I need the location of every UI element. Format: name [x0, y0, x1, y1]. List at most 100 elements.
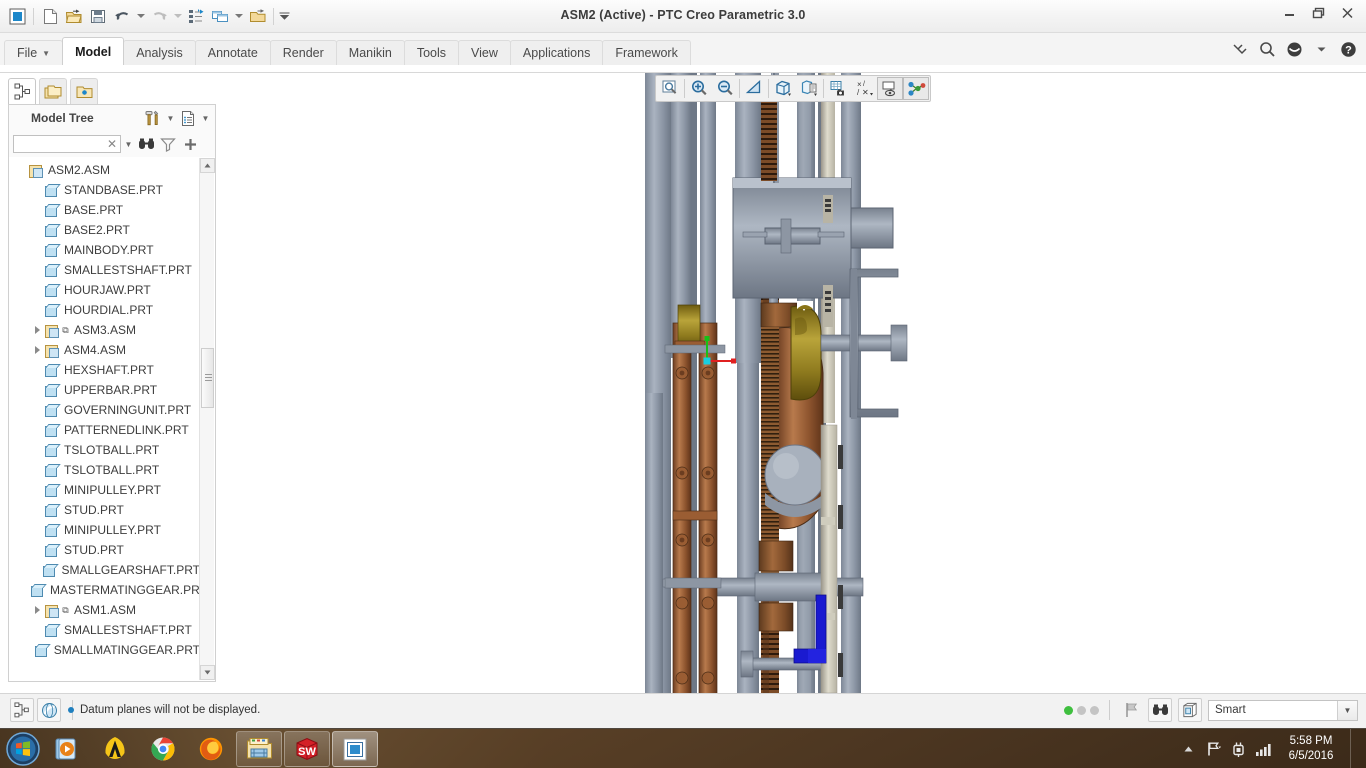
tree-item[interactable]: HEXSHAFT.PRT: [10, 360, 200, 380]
tab-render[interactable]: Render: [269, 40, 337, 65]
expand-arrow-icon[interactable]: [30, 346, 44, 354]
tree-item[interactable]: SMALLESTSHAFT.PRT: [10, 620, 200, 640]
selection-filter-select[interactable]: Smart ▼: [1208, 699, 1358, 721]
clear-search-icon[interactable]: ✕: [107, 137, 117, 151]
tree-item[interactable]: ⧉ ASM3.ASM: [10, 320, 200, 340]
model-tree-tab[interactable]: [8, 78, 36, 104]
search-history-dropdown-icon[interactable]: ▼: [123, 134, 134, 154]
tree-item[interactable]: BASE2.PRT: [10, 220, 200, 240]
tree-item[interactable]: ⧉ ASM1.ASM: [10, 600, 200, 620]
tab-analysis[interactable]: Analysis: [123, 40, 196, 65]
zoom-in-icon[interactable]: [686, 77, 712, 100]
tree-item[interactable]: BASE.PRT: [10, 200, 200, 220]
expand-arrow-icon[interactable]: [30, 606, 44, 614]
account-icon[interactable]: [1284, 39, 1304, 59]
tab-annotate[interactable]: Annotate: [194, 40, 271, 65]
repaint-icon[interactable]: [741, 77, 767, 100]
help-icon[interactable]: ?: [1338, 39, 1358, 59]
view-manager-icon[interactable]: [825, 77, 851, 100]
show-hidden-icons-icon[interactable]: [1180, 739, 1197, 759]
settings-tools-icon[interactable]: [143, 108, 163, 128]
tree-item[interactable]: STANDBASE.PRT: [10, 180, 200, 200]
tab-view[interactable]: View: [458, 40, 511, 65]
tab-tools[interactable]: Tools: [403, 40, 460, 65]
tree-item[interactable]: TSLOTBALL.PRT: [10, 460, 200, 480]
tree-item[interactable]: STUD.PRT: [10, 500, 200, 520]
avast-icon[interactable]: [92, 731, 138, 767]
taskbar-clock[interactable]: 5:58 PM 6/5/2016: [1280, 734, 1342, 764]
tree-item[interactable]: STUD.PRT: [10, 540, 200, 560]
refit-icon[interactable]: [657, 77, 683, 100]
tree-item[interactable]: SMALLESTSHAFT.PRT: [10, 260, 200, 280]
tree-item[interactable]: UPPERBAR.PRT: [10, 380, 200, 400]
display-style-icon[interactable]: [770, 77, 796, 100]
action-center-flag-icon[interactable]: [1205, 739, 1222, 759]
model-tree-list[interactable]: ASM2.ASM STANDBASE.PRT BASE.PRT BASE2.PRT MA…: [10, 158, 200, 680]
tree-item[interactable]: MINIPULLEY.PRT: [10, 480, 200, 500]
tree-item[interactable]: HOURDIAL.PRT: [10, 300, 200, 320]
model-tree-toggle-icon[interactable]: [10, 698, 34, 722]
tree-item[interactable]: MASTERMATINGGEAR.PRT: [10, 580, 200, 600]
chevron-down-icon[interactable]: ▼: [1337, 700, 1357, 720]
model-3d-view[interactable]: [645, 73, 1366, 693]
search-icon[interactable]: [1257, 39, 1277, 59]
find-icon[interactable]: [136, 134, 156, 154]
show-desktop-button[interactable]: [1350, 729, 1360, 768]
selection-filter-icon[interactable]: [1178, 698, 1202, 722]
firefox-icon[interactable]: [188, 731, 234, 767]
tree-item[interactable]: ASM4.ASM: [10, 340, 200, 360]
regeneration-status-icon[interactable]: [1064, 705, 1099, 715]
settings-dropdown-icon[interactable]: ▼: [165, 108, 176, 128]
restore-icon[interactable]: [1304, 2, 1333, 24]
search-box[interactable]: ✕: [13, 135, 121, 153]
tree-item[interactable]: PATTERNEDLINK.PRT: [10, 420, 200, 440]
tab-applications[interactable]: Applications: [509, 40, 604, 65]
account-dropdown-icon[interactable]: [1311, 39, 1331, 59]
media-player-icon[interactable]: [44, 731, 90, 767]
file-explorer-icon[interactable]: [236, 731, 282, 767]
favorites-tab[interactable]: [70, 78, 98, 104]
tree-item[interactable]: MINIPULLEY.PRT: [10, 520, 200, 540]
search-icon[interactable]: [1148, 698, 1172, 722]
chrome-icon[interactable]: [140, 731, 186, 767]
tree-item[interactable]: ASM2.ASM: [10, 160, 200, 180]
flag-icon[interactable]: [1120, 699, 1142, 721]
tab-manikin[interactable]: Manikin: [335, 40, 405, 65]
filter-icon[interactable]: [158, 134, 178, 154]
zoom-out-icon[interactable]: [712, 77, 738, 100]
tab-model[interactable]: Model: [62, 37, 125, 65]
creo-icon[interactable]: [332, 731, 378, 767]
close-icon[interactable]: [1333, 2, 1362, 24]
minimize-icon[interactable]: [1275, 2, 1304, 24]
scroll-up-button[interactable]: [200, 158, 215, 173]
volume-icon[interactable]: [1255, 739, 1272, 759]
tree-item[interactable]: SMALLMATINGGEAR.PRT: [10, 640, 200, 660]
datum-display-icon[interactable]: × / / ✕: [851, 77, 877, 100]
tree-columns-icon[interactable]: [178, 108, 198, 128]
solidworks-icon[interactable]: SW: [284, 731, 330, 767]
annotation-display-icon[interactable]: [877, 77, 903, 100]
scroll-down-button[interactable]: [200, 665, 215, 680]
tab-file[interactable]: File ▼: [4, 40, 64, 65]
tree-item[interactable]: TSLOTBALL.PRT: [10, 440, 200, 460]
expand-arrow-icon[interactable]: [30, 326, 44, 334]
browser-toggle-icon[interactable]: [37, 698, 61, 722]
search-input[interactable]: [14, 136, 102, 152]
chevron-down-icon[interactable]: ▼: [42, 49, 50, 58]
collapse-ribbon-icon[interactable]: [1230, 39, 1250, 59]
scrollbar-thumb[interactable]: [201, 348, 214, 408]
tree-item[interactable]: MAINBODY.PRT: [10, 240, 200, 260]
add-column-icon[interactable]: [180, 134, 200, 154]
start-orb-icon[interactable]: [4, 731, 42, 767]
columns-dropdown-icon[interactable]: ▼: [200, 108, 211, 128]
graphics-window[interactable]: × / / ✕: [645, 73, 1366, 693]
spin-center-icon[interactable]: [903, 77, 929, 100]
saved-orientations-icon[interactable]: [796, 77, 822, 100]
model-tree-scrollbar[interactable]: [199, 158, 215, 680]
tree-item[interactable]: GOVERNINGUNIT.PRT: [10, 400, 200, 420]
tree-item[interactable]: HOURJAW.PRT: [10, 280, 200, 300]
tree-item[interactable]: SMALLGEARSHAFT.PRT: [10, 560, 200, 580]
folder-browser-tab[interactable]: [39, 78, 67, 104]
tab-framework[interactable]: Framework: [602, 40, 691, 65]
network-icon[interactable]: [1230, 739, 1247, 759]
